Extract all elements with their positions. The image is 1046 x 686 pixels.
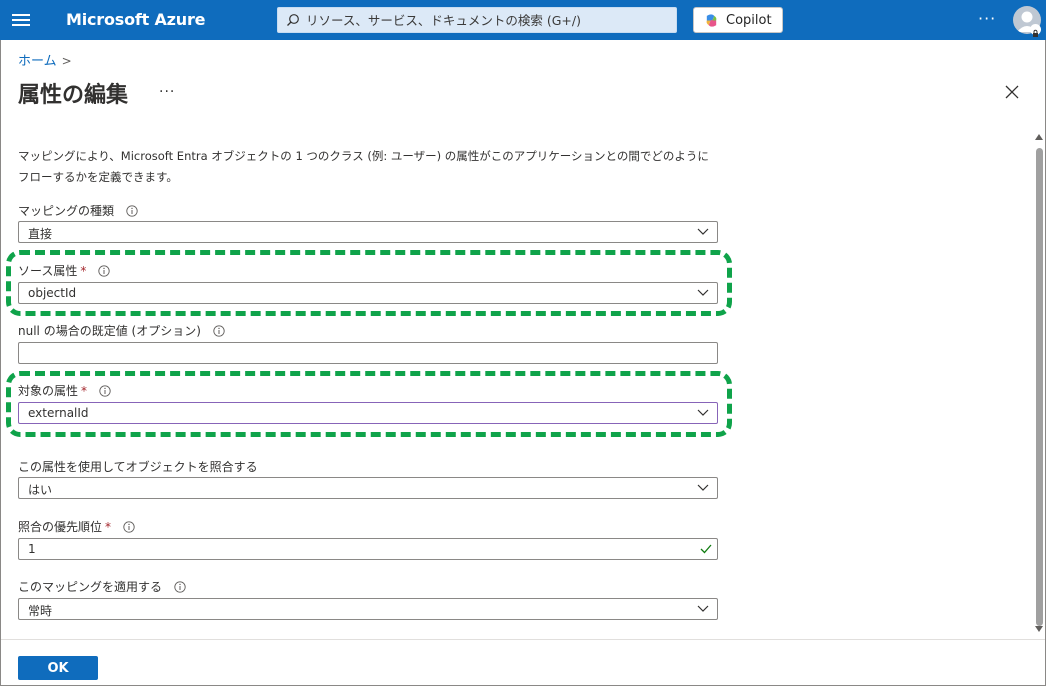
required-indicator: *	[80, 264, 87, 278]
info-icon[interactable]	[174, 580, 186, 593]
close-icon[interactable]	[1003, 83, 1021, 101]
info-icon[interactable]	[98, 264, 110, 277]
global-search[interactable]	[277, 7, 677, 33]
page-title: 属性の編集	[18, 83, 129, 108]
target-attribute-value: externalId	[28, 406, 89, 420]
apply-mapping-label: このマッピングを適用する	[18, 578, 186, 595]
lock-badge	[1030, 24, 1041, 37]
copilot-button[interactable]: Copilot	[693, 7, 783, 33]
breadcrumb: ホーム >	[18, 50, 72, 69]
info-icon[interactable]	[123, 520, 135, 533]
mapping-type-dropdown[interactable]: 直接	[18, 221, 718, 243]
source-attribute-value: objectId	[28, 286, 77, 300]
search-input[interactable]	[306, 10, 672, 30]
topbar-more-icon[interactable]: ···	[978, 9, 996, 28]
source-attribute-dropdown[interactable]: objectId	[18, 282, 718, 304]
required-indicator: *	[105, 520, 112, 534]
brand-title[interactable]: Microsoft Azure	[66, 10, 206, 29]
apply-mapping-value: 常時	[28, 604, 53, 618]
default-value-label: null の場合の既定値 (オプション)	[18, 322, 225, 339]
copilot-icon	[706, 14, 717, 27]
vertical-scrollbar[interactable]	[1034, 126, 1044, 636]
required-indicator: *	[81, 384, 88, 398]
target-attribute-label: 対象の属性 *	[18, 382, 111, 399]
match-precedence-input[interactable]	[18, 538, 718, 560]
chevron-down-icon	[697, 289, 709, 296]
chevron-down-icon	[697, 484, 709, 491]
match-objects-label-text: この属性を使用してオブジェクトを照合する	[18, 460, 258, 474]
info-icon[interactable]	[126, 204, 138, 217]
info-icon[interactable]	[99, 384, 111, 397]
source-attribute-label-text: ソース属性	[18, 264, 78, 278]
scroll-up-icon[interactable]	[1035, 134, 1043, 140]
chevron-down-icon	[697, 605, 709, 612]
mapping-type-label-text: マッピングの種類	[18, 204, 115, 218]
lock-icon	[1033, 29, 1038, 37]
ok-button[interactable]: OK	[18, 656, 98, 680]
mapping-type-label: マッピングの種類	[18, 202, 138, 219]
match-objects-label: この属性を使用してオブジェクトを照合する	[18, 458, 258, 475]
title-more-icon[interactable]: ···	[159, 84, 175, 100]
chevron-down-icon	[697, 409, 709, 416]
scroll-down-icon[interactable]	[1035, 626, 1043, 632]
source-attribute-label: ソース属性 *	[18, 262, 110, 279]
mapping-type-value: 直接	[28, 227, 53, 241]
apply-mapping-dropdown[interactable]: 常時	[18, 598, 718, 620]
chevron-down-icon	[697, 228, 709, 235]
scrollbar-thumb[interactable]	[1036, 148, 1043, 626]
target-attribute-dropdown[interactable]: externalId	[18, 402, 718, 424]
match-precedence-label: 照合の優先順位 *	[18, 518, 135, 535]
apply-mapping-label-text: このマッピングを適用する	[18, 580, 163, 594]
search-icon	[287, 14, 299, 26]
match-objects-dropdown[interactable]: はい	[18, 477, 718, 499]
target-attribute-label-text: 対象の属性	[18, 384, 79, 398]
hamburger-menu-icon[interactable]	[12, 11, 30, 29]
top-bar: Microsoft Azure Copilot ···	[0, 0, 1046, 40]
default-value-input[interactable]	[18, 342, 718, 364]
match-precedence-label-text: 照合の優先順位	[18, 520, 103, 534]
breadcrumb-home-link[interactable]: ホーム	[18, 54, 57, 69]
copilot-label: Copilot	[726, 13, 772, 28]
checkmark-icon	[700, 544, 712, 554]
chevron-right-icon: >	[61, 54, 72, 68]
mapping-description: マッピングにより、Microsoft Entra オブジェクトの 1 つのクラス…	[18, 149, 709, 184]
default-value-label-text: null の場合の既定値 (オプション)	[18, 324, 201, 338]
match-objects-value: はい	[28, 483, 53, 497]
footer-divider	[1, 639, 1045, 640]
info-icon[interactable]	[213, 324, 225, 337]
